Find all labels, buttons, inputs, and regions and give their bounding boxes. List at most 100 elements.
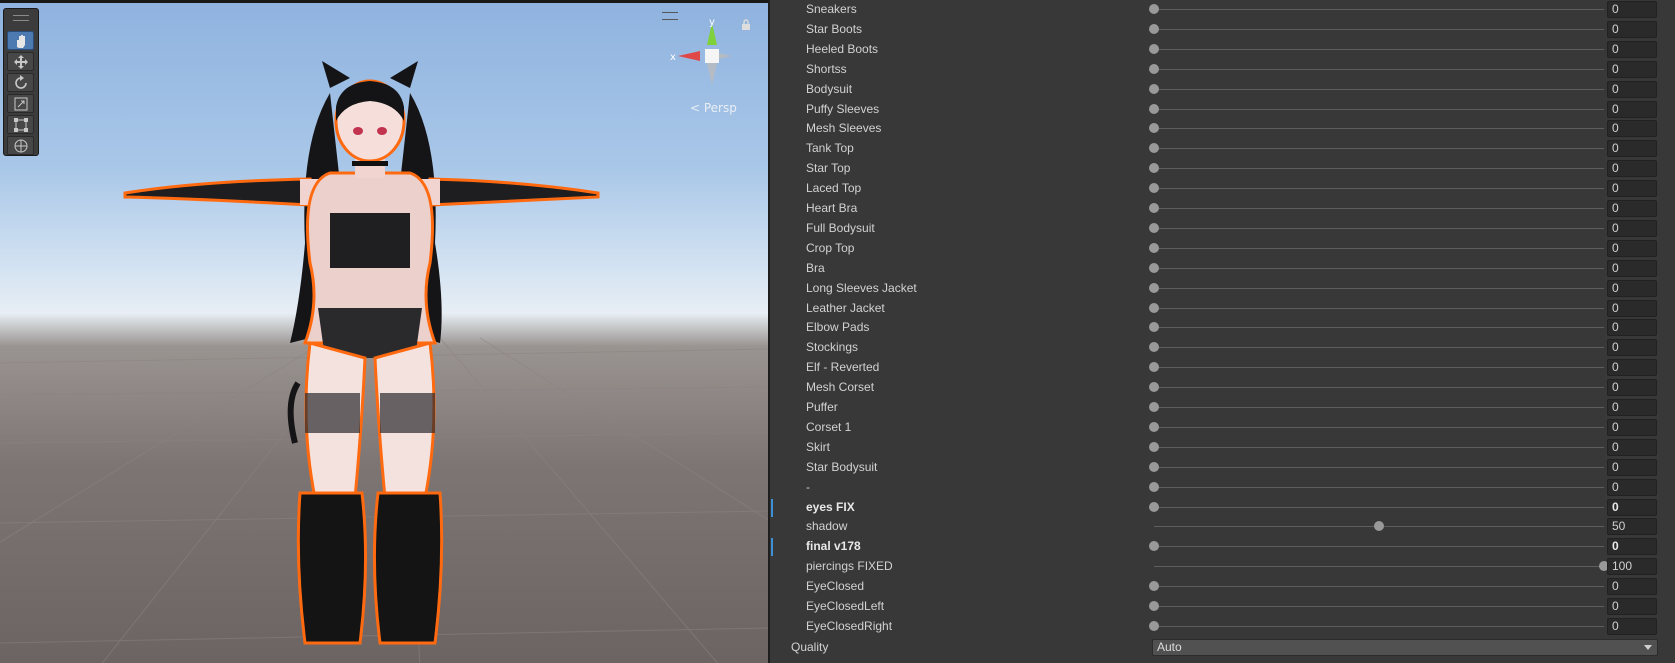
slider-thumb[interactable] bbox=[1149, 382, 1159, 393]
slider-track[interactable] bbox=[1154, 586, 1604, 588]
slider-thumb[interactable] bbox=[1149, 242, 1159, 253]
slider-thumb[interactable] bbox=[1149, 302, 1159, 313]
blendshape-value-field[interactable]: 0 bbox=[1607, 279, 1657, 297]
blendshape-value-field[interactable]: 0 bbox=[1607, 140, 1657, 158]
blendshape-value-field[interactable]: 0 bbox=[1607, 180, 1657, 198]
slider-thumb[interactable] bbox=[1149, 282, 1159, 293]
slider-thumb[interactable] bbox=[1149, 342, 1159, 353]
rect-tool-button[interactable] bbox=[7, 115, 34, 134]
slider-track[interactable] bbox=[1154, 466, 1604, 468]
rotate-tool-button[interactable] bbox=[7, 73, 34, 92]
slider-thumb[interactable] bbox=[1149, 441, 1159, 452]
transform-tool-button[interactable] bbox=[7, 136, 34, 155]
projection-label[interactable]: < Persp bbox=[690, 101, 737, 115]
move-tool-button[interactable] bbox=[7, 52, 34, 71]
blendshape-value-field[interactable]: 0 bbox=[1607, 259, 1657, 277]
slider-thumb[interactable] bbox=[1149, 402, 1159, 412]
hand-tool-button[interactable] bbox=[7, 31, 34, 50]
slider-track[interactable] bbox=[1154, 446, 1604, 448]
blendshape-value-field[interactable]: 0 bbox=[1607, 438, 1657, 456]
slider-track[interactable] bbox=[1154, 287, 1604, 289]
slider-track[interactable] bbox=[1154, 606, 1604, 607]
blendshape-value-field[interactable]: 0 bbox=[1607, 498, 1657, 516]
blendshape-value-field[interactable]: 0 bbox=[1607, 617, 1657, 635]
slider-thumb[interactable] bbox=[1149, 203, 1159, 213]
blendshape-value-field[interactable]: 0 bbox=[1607, 478, 1657, 496]
slider-thumb[interactable] bbox=[1149, 262, 1159, 273]
slider-track[interactable] bbox=[1154, 347, 1604, 349]
slider-thumb[interactable] bbox=[1149, 63, 1159, 74]
blendshape-value-field[interactable]: 0 bbox=[1607, 598, 1657, 615]
blendshape-value-field[interactable]: 0 bbox=[1607, 239, 1657, 257]
slider-thumb[interactable] bbox=[1149, 222, 1159, 233]
slider-thumb[interactable] bbox=[1149, 362, 1159, 373]
slider-thumb[interactable] bbox=[1149, 421, 1159, 432]
blendshape-value-field[interactable]: 0 bbox=[1607, 538, 1657, 556]
slider-track[interactable] bbox=[1154, 9, 1604, 10]
blendshape-value-field[interactable]: 0 bbox=[1607, 200, 1657, 217]
blendshape-value-field[interactable]: 0 bbox=[1607, 319, 1657, 337]
slider-track[interactable] bbox=[1154, 227, 1604, 229]
blendshape-value-field[interactable]: 0 bbox=[1607, 100, 1657, 118]
slider-thumb[interactable] bbox=[1149, 601, 1159, 611]
slider-thumb[interactable] bbox=[1149, 620, 1159, 631]
slider-track[interactable] bbox=[1154, 426, 1604, 428]
slider-track[interactable] bbox=[1154, 88, 1604, 90]
blendshape-value-field[interactable]: 0 bbox=[1607, 339, 1657, 357]
slider-track[interactable] bbox=[1154, 307, 1604, 309]
slider-thumb[interactable] bbox=[1374, 521, 1384, 532]
blendshape-value-field[interactable]: 0 bbox=[1607, 80, 1657, 98]
slider-track[interactable] bbox=[1154, 625, 1604, 627]
slider-thumb[interactable] bbox=[1149, 501, 1159, 512]
slider-track[interactable] bbox=[1154, 68, 1604, 70]
slider-thumb[interactable] bbox=[1149, 143, 1159, 154]
slider-thumb[interactable] bbox=[1149, 123, 1159, 134]
slider-track[interactable] bbox=[1154, 566, 1604, 568]
scene-view[interactable]: y x < Persp bbox=[0, 0, 770, 663]
slider-track[interactable] bbox=[1154, 327, 1604, 329]
scale-tool-button[interactable] bbox=[7, 94, 34, 113]
blendshape-value-field[interactable]: 0 bbox=[1607, 379, 1657, 397]
blendshape-value-field[interactable]: 0 bbox=[1607, 458, 1657, 476]
slider-track[interactable] bbox=[1154, 247, 1604, 249]
blendshape-value-field[interactable]: 0 bbox=[1607, 60, 1657, 78]
palette-grip[interactable] bbox=[13, 15, 29, 21]
slider-track[interactable] bbox=[1154, 267, 1604, 269]
blendshape-value-field[interactable]: 0 bbox=[1607, 219, 1657, 237]
blendshape-value-field[interactable]: 0 bbox=[1607, 418, 1657, 436]
slider-thumb[interactable] bbox=[1149, 183, 1159, 194]
slider-thumb[interactable] bbox=[1149, 83, 1159, 94]
blendshape-value-field[interactable]: 100 bbox=[1607, 558, 1657, 576]
slider-track[interactable] bbox=[1154, 407, 1604, 408]
slider-track[interactable] bbox=[1154, 148, 1604, 150]
slider-thumb[interactable] bbox=[1149, 43, 1159, 54]
slider-thumb[interactable] bbox=[1149, 461, 1159, 472]
slider-thumb[interactable] bbox=[1149, 23, 1159, 34]
blendshape-value-field[interactable]: 0 bbox=[1607, 578, 1657, 596]
blendshape-value-field[interactable]: 0 bbox=[1607, 120, 1657, 138]
blendshape-value-field[interactable]: 0 bbox=[1607, 1, 1657, 18]
slider-thumb[interactable] bbox=[1149, 4, 1159, 14]
blendshape-value-field[interactable]: 0 bbox=[1607, 160, 1657, 178]
slider-track[interactable] bbox=[1154, 546, 1604, 548]
slider-track[interactable] bbox=[1154, 188, 1604, 190]
slider-thumb[interactable] bbox=[1149, 481, 1159, 492]
blendshape-value-field[interactable]: 0 bbox=[1607, 359, 1657, 377]
slider-thumb[interactable] bbox=[1149, 103, 1159, 114]
slider-thumb[interactable] bbox=[1149, 541, 1159, 552]
slider-track[interactable] bbox=[1154, 128, 1604, 130]
blendshape-value-field[interactable]: 0 bbox=[1607, 299, 1657, 317]
slider-track[interactable] bbox=[1154, 506, 1604, 508]
quality-dropdown[interactable]: Auto bbox=[1152, 639, 1658, 656]
slider-track[interactable] bbox=[1154, 387, 1604, 389]
slider-track[interactable] bbox=[1154, 367, 1604, 369]
blendshape-value-field[interactable]: 50 bbox=[1607, 518, 1657, 536]
slider-track[interactable] bbox=[1154, 48, 1604, 50]
slider-thumb[interactable] bbox=[1149, 163, 1159, 174]
slider-track[interactable] bbox=[1154, 208, 1604, 209]
slider-track[interactable] bbox=[1154, 168, 1604, 170]
slider-thumb[interactable] bbox=[1149, 322, 1159, 333]
avatar-model[interactable] bbox=[0, 3, 770, 663]
slider-thumb[interactable] bbox=[1149, 581, 1159, 592]
slider-track[interactable] bbox=[1154, 28, 1604, 30]
